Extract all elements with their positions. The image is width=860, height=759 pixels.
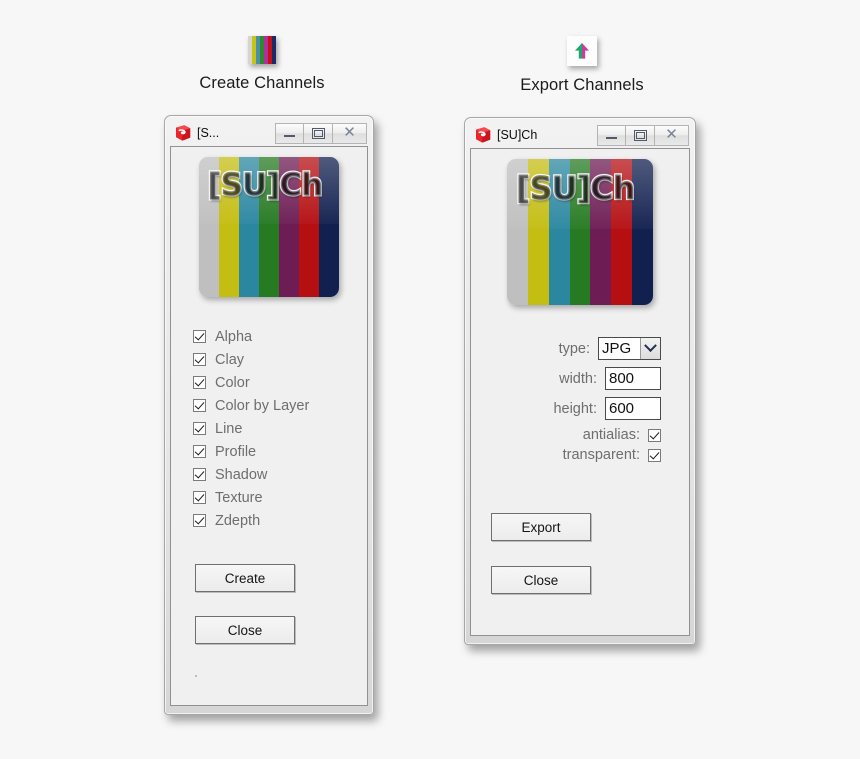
- sketchup-logo-icon: [476, 127, 491, 143]
- close-dialog-button[interactable]: Close: [195, 616, 295, 644]
- maximize-button[interactable]: [304, 122, 333, 144]
- minimize-icon: [284, 135, 295, 137]
- minimize-icon: [606, 137, 617, 139]
- checkbox-label: Line: [215, 420, 243, 437]
- export-window-titlebar[interactable]: [SU]Ch ✕: [470, 122, 690, 148]
- type-select-value: JPG: [602, 340, 632, 357]
- checkbox-shadow[interactable]: [193, 468, 206, 481]
- create-channels-caption: Create Channels: [199, 74, 325, 92]
- minimize-button[interactable]: [597, 124, 626, 146]
- minimize-button[interactable]: [275, 122, 304, 144]
- maximize-button[interactable]: [626, 124, 655, 146]
- icon-stripe-6: [272, 36, 276, 64]
- height-label: height:: [553, 400, 597, 417]
- create-channels-icon-wrap: [128, 36, 396, 64]
- banner-stripe-6: [632, 159, 653, 305]
- create-banner-wrap: [SU]Ch: [171, 147, 367, 297]
- checkbox-line[interactable]: [193, 422, 206, 435]
- create-window-client: [SU]Ch Alpha Clay Color Color by Layer Line P…: [170, 146, 368, 706]
- export-window-client: [SU]Ch type: JPG width: 800 height: 600 …: [470, 148, 690, 636]
- type-select[interactable]: JPG: [598, 337, 661, 360]
- checkbox-label: Clay: [215, 351, 245, 368]
- color-bars-icon[interactable]: [248, 36, 276, 64]
- banner-title-text: [SU]Ch: [206, 166, 324, 204]
- close-icon: ✕: [343, 124, 356, 141]
- transparent-label: transparent:: [562, 447, 640, 463]
- export-arrow-glyph: [575, 43, 589, 59]
- channels-banner-image: [SU]Ch: [199, 157, 339, 297]
- export-settings-form: type: JPG width: 800 height: 600 antiali…: [471, 337, 689, 463]
- checkbox-label: Profile: [215, 443, 257, 460]
- checkbox-label: Color: [215, 374, 250, 391]
- create-window-titlebar[interactable]: [S... ✕: [170, 120, 368, 146]
- checkbox-label: Zdepth: [215, 512, 261, 529]
- checkbox-zdepth[interactable]: [193, 514, 206, 527]
- close-button[interactable]: ✕: [655, 124, 689, 146]
- maximize-icon: [633, 129, 647, 141]
- width-row: width: 800: [471, 367, 661, 390]
- close-dialog-button[interactable]: Close: [491, 566, 591, 594]
- type-row: type: JPG: [471, 337, 661, 360]
- checkbox-row[interactable]: Line: [193, 417, 367, 440]
- render-artifact-dot: [195, 675, 197, 677]
- export-channels-panel: Export Channels [SU]Ch ✕ [SU]Ch type: JP…: [448, 0, 716, 645]
- checkbox-row[interactable]: Alpha: [193, 325, 367, 348]
- checkbox-row[interactable]: Zdepth: [193, 509, 367, 532]
- create-channels-panel: Create Channels [S... ✕ [SU]Ch Alpha Cla…: [128, 0, 396, 715]
- maximize-icon: [311, 127, 325, 139]
- create-window-buttons: ✕: [275, 122, 367, 144]
- export-channels-window: [SU]Ch ✕ [SU]Ch type: JPG width: 800 hei…: [464, 117, 696, 645]
- antialias-checkbox[interactable]: [648, 428, 661, 442]
- channels-banner-image: [SU]Ch: [507, 159, 653, 305]
- checkbox-color-by-layer[interactable]: [193, 399, 206, 412]
- create-button[interactable]: Create: [195, 564, 295, 592]
- width-label: width:: [559, 370, 597, 387]
- checkbox-row[interactable]: Color by Layer: [193, 394, 367, 417]
- export-window-buttons: ✕: [597, 124, 689, 146]
- checkbox-texture[interactable]: [193, 491, 206, 504]
- checkbox-clay[interactable]: [193, 353, 206, 366]
- checkbox-row[interactable]: Clay: [193, 348, 367, 371]
- banner-title-text: [SU]Ch: [515, 168, 637, 208]
- create-channels-window: [S... ✕ [SU]Ch Alpha Clay Color Color by…: [164, 115, 374, 715]
- checkbox-alpha[interactable]: [193, 330, 206, 343]
- antialias-label: antialias:: [582, 427, 640, 443]
- checkbox-row[interactable]: Texture: [193, 486, 367, 509]
- export-arrow-icon[interactable]: [567, 36, 597, 66]
- chevron-down-icon[interactable]: [640, 338, 660, 359]
- export-button[interactable]: Export: [491, 513, 591, 541]
- checkbox-row[interactable]: Color: [193, 371, 367, 394]
- checkbox-color[interactable]: [193, 376, 206, 389]
- sketchup-logo-icon: [176, 125, 191, 141]
- checkbox-label: Color by Layer: [215, 397, 310, 414]
- close-button[interactable]: ✕: [333, 122, 367, 144]
- height-row: height: 600: [471, 397, 661, 420]
- export-banner-wrap: [SU]Ch: [471, 149, 689, 305]
- width-input[interactable]: 800: [605, 367, 661, 390]
- channels-checkbox-list: Alpha Clay Color Color by Layer Line Profile S…: [193, 325, 367, 532]
- checkbox-profile[interactable]: [193, 445, 206, 458]
- height-input[interactable]: 600: [605, 397, 661, 420]
- create-window-title: [S...: [197, 126, 220, 140]
- checkbox-row[interactable]: Shadow: [193, 463, 367, 486]
- type-label: type:: [558, 340, 590, 357]
- export-channels-caption: Export Channels: [520, 76, 644, 94]
- checkbox-label: Shadow: [215, 466, 268, 483]
- checkbox-row[interactable]: Profile: [193, 440, 367, 463]
- transparent-checkbox[interactable]: [648, 448, 661, 462]
- antialias-row: antialias:: [471, 427, 661, 443]
- checkbox-label: Texture: [215, 489, 263, 506]
- transparent-row: transparent:: [471, 447, 661, 463]
- close-icon: ✕: [665, 126, 678, 143]
- export-window-title: [SU]Ch: [497, 128, 538, 142]
- export-channels-icon-wrap: [448, 36, 716, 66]
- checkbox-label: Alpha: [215, 328, 253, 345]
